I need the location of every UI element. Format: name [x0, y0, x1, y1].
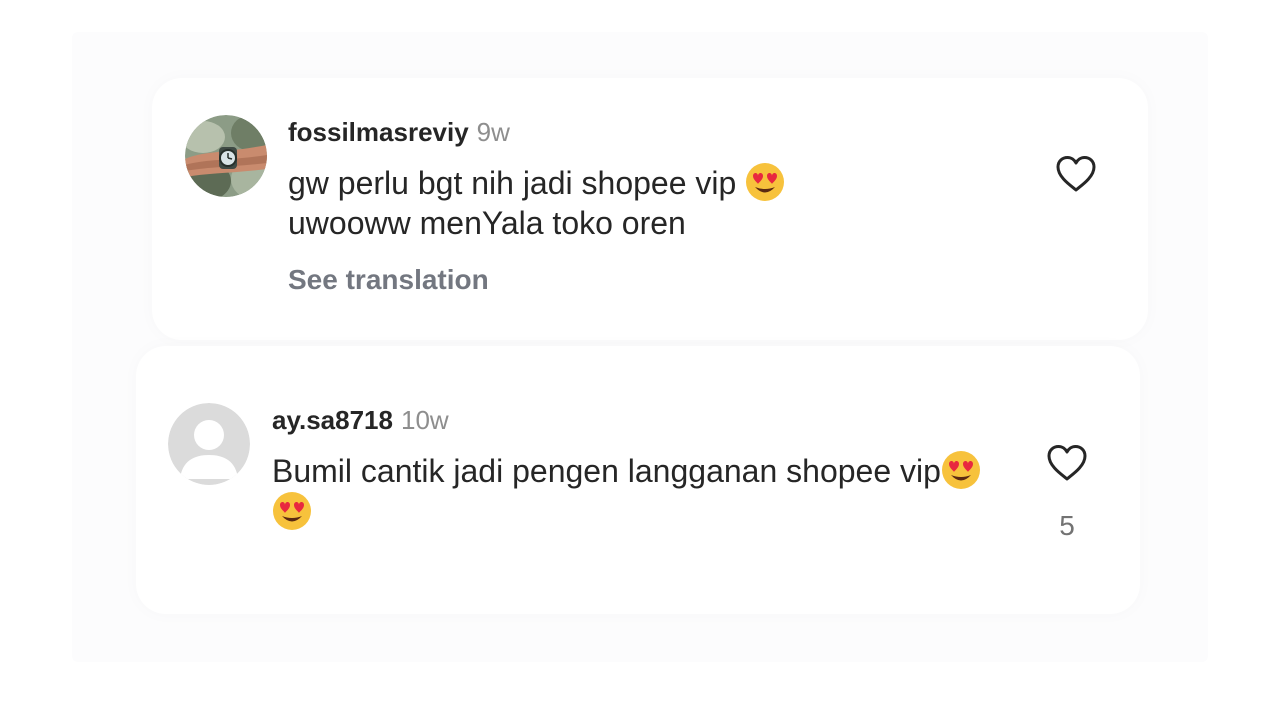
like-count[interactable]: 5 — [1050, 510, 1084, 542]
comment-header: fossilmasreviy 9w — [288, 116, 510, 148]
see-translation-link[interactable]: See translation — [288, 262, 489, 298]
heart-eyes-emoji-icon — [273, 492, 311, 530]
heart-eyes-emoji-icon — [941, 451, 980, 489]
username[interactable]: ay.sa8718 — [272, 405, 393, 435]
default-avatar-icon — [168, 403, 250, 485]
avatar[interactable] — [168, 403, 250, 485]
avatar[interactable] — [185, 115, 267, 197]
comment-text-line-2: uwooww menYala toko oren — [288, 205, 686, 241]
heart-outline-icon — [1047, 445, 1087, 481]
comments-screenshot: fossilmasreviy 9w gw perlu bgt nih jadi s… — [0, 0, 1280, 720]
username[interactable]: fossilmasreviy — [288, 117, 469, 147]
comment-text: Bumil cantik jadi pengen langganan shope… — [272, 450, 1012, 532]
heart-eyes-emoji-icon — [746, 163, 785, 201]
avatar-photo-icon — [185, 115, 267, 197]
comment-text-body: Bumil cantik jadi pengen langganan shope… — [272, 453, 941, 489]
comment-header: ay.sa8718 10w — [272, 404, 449, 436]
like-button[interactable] — [1045, 443, 1089, 483]
timestamp: 9w — [476, 117, 510, 147]
like-button[interactable] — [1054, 154, 1098, 194]
heart-outline-icon — [1056, 156, 1096, 192]
comment-text-line-1: gw perlu bgt nih jadi shopee vip — [288, 165, 746, 201]
comment-text: gw perlu bgt nih jadi shopee vip uwooww … — [288, 162, 988, 243]
timestamp: 10w — [400, 405, 449, 435]
